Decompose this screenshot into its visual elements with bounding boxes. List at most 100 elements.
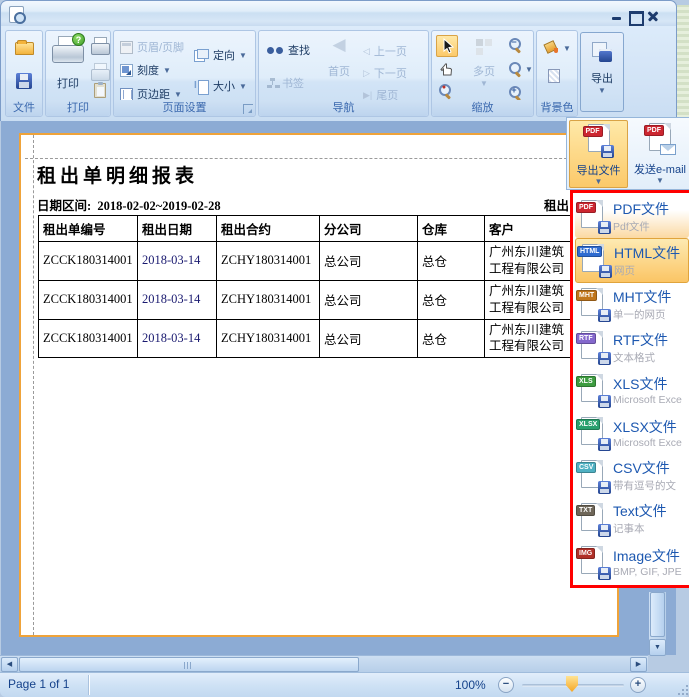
menu-item-html[interactable]: HTML HTML文件 网页	[575, 238, 689, 283]
zoom-select-button[interactable]	[509, 62, 522, 75]
floppy-icon	[598, 221, 611, 234]
send-email-button[interactable]: PDF 发送e-mail ▼	[630, 120, 689, 188]
close-button[interactable]	[646, 10, 660, 22]
clipboard-icon[interactable]	[94, 83, 106, 98]
menu-item-text[interactable]: TXT Text文件 记事本	[575, 497, 689, 540]
menu-item-image[interactable]: IMG Image文件 BMP, GIF, JPE	[575, 540, 689, 583]
menu-item-subtitle: 文本格式	[613, 350, 668, 365]
horizontal-scrollbar[interactable]: ◀ ▶	[0, 655, 648, 672]
menu-item-xls[interactable]: XLS XLS文件 Microsoft Exce	[575, 369, 689, 412]
scroll-right-icon[interactable]: ▶	[630, 657, 647, 672]
zoom-select-dropdown-icon[interactable]: ▼	[525, 65, 533, 74]
zoom-out-button[interactable]: −	[509, 38, 522, 51]
horizontal-scrollbar-thumb[interactable]	[19, 657, 359, 672]
first-page-icon: ◀	[332, 35, 345, 54]
hand-tool-button[interactable]	[439, 62, 455, 78]
text-file-icon: TXT	[579, 503, 609, 535]
menu-item-title: CSV文件	[613, 458, 676, 478]
margins-dropdown-icon: ▼	[174, 90, 182, 99]
orientation-icon	[194, 49, 209, 62]
menu-item-title: MHT文件	[613, 287, 671, 307]
print-options-icon[interactable]	[91, 67, 108, 80]
scale-label: 刻度	[137, 62, 159, 78]
send-email-icon: PDF	[647, 123, 673, 155]
pointer-icon	[441, 38, 454, 55]
report-date-label: 日期区间:	[37, 199, 91, 213]
table-row: ZCCK180314001 2018-03-14 ZCHY180314001 总…	[39, 319, 577, 358]
zoom-in-slider-button[interactable]: +	[630, 677, 646, 693]
menu-item-pdf[interactable]: PDF PDF文件 Pdf文件	[575, 195, 689, 238]
multi-page-button[interactable]: 多页 ▼	[464, 35, 504, 95]
cell-warehouse: 总仓	[418, 319, 485, 358]
export-ribbon-label: 导出	[581, 70, 623, 86]
menu-item-xlsx[interactable]: XLSX XLSX文件 Microsoft Exce	[575, 411, 689, 454]
vertical-scrollbar[interactable]: ▼	[649, 592, 666, 656]
quick-print-icon[interactable]	[91, 41, 108, 54]
hand-icon	[439, 62, 454, 77]
watermark-icon[interactable]	[548, 69, 560, 83]
export-file-dropdown-icon: ▼	[570, 177, 627, 186]
prev-page-button[interactable]: ◁ 上一页	[363, 43, 407, 59]
print-button[interactable]: ? 打印	[48, 33, 88, 97]
scroll-left-icon[interactable]: ◀	[1, 657, 18, 672]
next-page-button[interactable]: ▷ 下一页	[363, 65, 407, 81]
page-indicator: Page 1 of 1	[8, 677, 69, 691]
print-question-badge-icon: ?	[72, 33, 85, 46]
preview-app-icon	[9, 6, 24, 23]
table-header-row: 租出单编号 租出日期 租出合约 分公司 仓库 客户	[39, 216, 577, 242]
fill-color-dropdown-icon[interactable]: ▼	[563, 44, 571, 53]
ribbon-group-file: 文件	[5, 30, 43, 117]
open-file-icon[interactable]	[15, 42, 34, 55]
floppy-icon	[598, 352, 611, 365]
scale-icon	[120, 64, 133, 77]
group-label-file: 文件	[6, 100, 42, 116]
status-separator	[88, 675, 89, 695]
zoom-slider-thumb[interactable]	[566, 676, 578, 692]
header-footer-button[interactable]: 页眉/页脚	[120, 39, 184, 55]
resize-grip[interactable]	[676, 683, 688, 695]
floppy-icon	[598, 395, 611, 408]
group-label-page-setup: 页面设置	[114, 100, 255, 116]
floppy-icon	[598, 309, 611, 322]
header-footer-label: 页眉/页脚	[137, 39, 184, 55]
scroll-down-icon[interactable]: ▼	[649, 639, 666, 656]
save-icon[interactable]	[16, 73, 32, 89]
page-setup-dialog-launcher[interactable]	[243, 104, 253, 114]
zoom-region-button[interactable]: ●	[439, 84, 452, 97]
find-button[interactable]: 查找	[267, 42, 310, 58]
floppy-icon	[598, 481, 611, 494]
zoom-out-slider-button[interactable]: −	[498, 677, 514, 693]
menu-item-title: HTML文件	[614, 243, 680, 263]
export-file-button[interactable]: PDF 导出文件 ▼	[569, 120, 628, 188]
menu-item-rtf[interactable]: RTF RTF文件 文本格式	[575, 326, 689, 369]
export-file-label: 导出文件	[570, 162, 627, 178]
zoom-in-button[interactable]: +	[509, 86, 522, 99]
cell-date: 2018-03-14	[138, 280, 217, 319]
scale-button[interactable]: 刻度 ▼	[120, 62, 171, 78]
maximize-button[interactable]	[628, 10, 642, 22]
menu-item-mht[interactable]: MHT MHT文件 单一的网页	[575, 283, 689, 326]
first-page-button[interactable]: ◀ 首页	[321, 35, 357, 97]
bookmark-button[interactable]: 书签	[267, 75, 304, 91]
col-header: 客户	[485, 216, 577, 242]
cell-branch: 总公司	[320, 319, 418, 358]
col-header: 仓库	[418, 216, 485, 242]
image-file-icon: IMG	[579, 546, 609, 578]
menu-item-subtitle: 网页	[614, 263, 680, 278]
cell-order-no: ZCCK180314001	[39, 242, 138, 281]
orientation-button[interactable]: 定向 ▼	[194, 47, 247, 63]
header-footer-icon	[120, 41, 133, 54]
size-button[interactable]: 大小 ▼	[194, 78, 247, 94]
export-ribbon-button[interactable]: 导出 ▼	[580, 32, 624, 112]
next-page-label: 下一页	[374, 65, 407, 81]
html-badge-icon: HTML	[577, 246, 602, 257]
group-label-zoom: 缩放	[432, 100, 533, 116]
pdf-badge-icon: PDF	[583, 126, 603, 137]
first-page-label: 首页	[321, 63, 357, 79]
fill-color-icon[interactable]	[543, 40, 558, 53]
multi-page-label: 多页	[464, 63, 504, 79]
minimize-button[interactable]	[610, 10, 624, 22]
vertical-scrollbar-thumb[interactable]	[650, 592, 665, 637]
menu-item-csv[interactable]: CSV CSV文件 带有逗号的文	[575, 454, 689, 497]
pointer-tool-button[interactable]	[436, 35, 458, 57]
